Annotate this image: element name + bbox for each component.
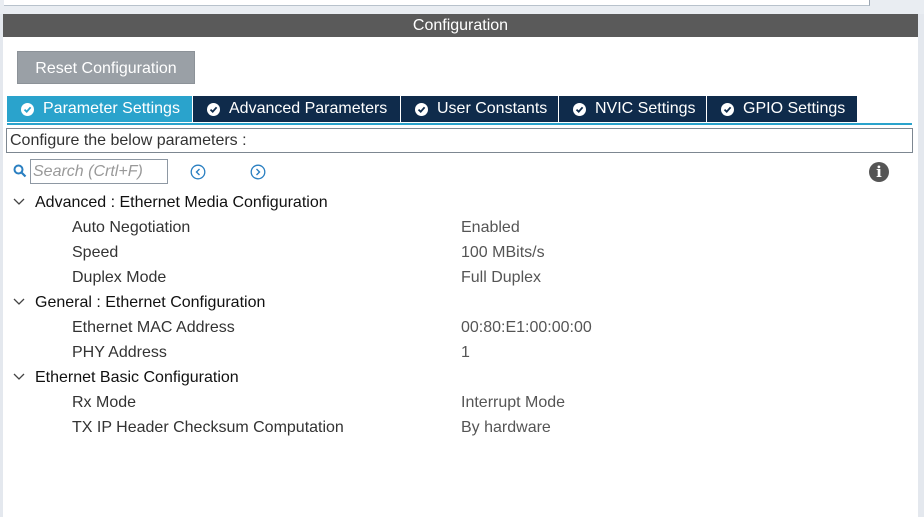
previous-panel-content xyxy=(4,0,870,6)
parameter-value[interactable]: 1 xyxy=(461,340,470,365)
group-header[interactable]: General : Ethernet Configuration xyxy=(3,290,918,315)
parameter-name: Speed xyxy=(72,244,119,261)
chevron-right-circle-icon[interactable] xyxy=(250,164,266,180)
group-title: Advanced : Ethernet Media Configuration xyxy=(35,194,328,211)
tab-gpio-settings[interactable]: GPIO Settings xyxy=(707,96,857,122)
check-circle-icon xyxy=(207,102,220,116)
tab-nvic-settings[interactable]: NVIC Settings xyxy=(559,96,707,122)
parameter-value[interactable]: By hardware xyxy=(461,415,551,440)
check-circle-icon xyxy=(573,102,586,116)
chevron-down-icon[interactable] xyxy=(13,297,25,307)
parameter-row[interactable]: TX IP Header Checksum Computation By har… xyxy=(3,415,918,440)
tab-label: Advanced Parameters xyxy=(229,100,388,117)
parameter-row[interactable]: Ethernet MAC Address 00:80:E1:00:00:00 xyxy=(3,315,918,340)
parameter-value[interactable]: Enabled xyxy=(461,215,520,240)
parameter-name: Rx Mode xyxy=(72,394,137,411)
parameter-value[interactable]: Full Duplex xyxy=(461,265,541,290)
check-circle-icon xyxy=(21,102,34,116)
parameter-row[interactable]: Rx Mode Interrupt Mode xyxy=(3,390,918,415)
parameter-value[interactable]: 00:80:E1:00:00:00 xyxy=(461,315,592,340)
parameter-tree: Advanced : Ethernet Media Configuration … xyxy=(3,190,918,440)
chevron-down-icon[interactable] xyxy=(13,372,25,382)
search-input[interactable] xyxy=(30,159,168,184)
parameter-row[interactable]: Speed 100 MBits/s xyxy=(3,240,918,265)
app-window: Configuration Reset Configuration Parame… xyxy=(0,0,924,517)
parameter-value[interactable]: Interrupt Mode xyxy=(461,390,565,415)
parameter-row[interactable]: PHY Address 1 xyxy=(3,340,918,365)
parameter-name: Auto Negotiation xyxy=(72,219,191,236)
tab-label: NVIC Settings xyxy=(595,100,696,117)
parameter-name: Ethernet MAC Address xyxy=(72,319,235,336)
chevron-down-icon[interactable] xyxy=(13,197,25,207)
parameter-name: TX IP Header Checksum Computation xyxy=(72,419,344,436)
group-header[interactable]: Advanced : Ethernet Media Configuration xyxy=(3,190,918,215)
config-header: Configuration xyxy=(3,14,918,37)
tab-underline xyxy=(7,123,912,125)
info-icon[interactable]: i xyxy=(869,162,889,182)
search-icon[interactable] xyxy=(13,164,27,178)
tab-label: GPIO Settings xyxy=(743,100,846,117)
tab-parameter-settings[interactable]: Parameter Settings xyxy=(7,96,193,122)
parameter-row[interactable]: Auto Negotiation Enabled xyxy=(3,215,918,240)
group-title: General : Ethernet Configuration xyxy=(35,294,266,311)
parameter-name: PHY Address xyxy=(72,344,167,361)
parameter-name: Duplex Mode xyxy=(72,269,167,286)
previous-panel-edge xyxy=(0,0,924,14)
reset-configuration-button[interactable]: Reset Configuration xyxy=(17,51,195,84)
group-header[interactable]: Ethernet Basic Configuration xyxy=(3,365,918,390)
check-circle-icon xyxy=(415,102,428,116)
tab-label: User Constants xyxy=(437,100,548,117)
description-box: Configure the below parameters : xyxy=(6,128,913,153)
chevron-left-circle-icon[interactable] xyxy=(190,164,206,180)
config-panel: Reset Configuration Parameter Settings A… xyxy=(3,37,918,517)
group-title: Ethernet Basic Configuration xyxy=(35,369,239,386)
tab-advanced-parameters[interactable]: Advanced Parameters xyxy=(193,96,401,122)
tab-label: Parameter Settings xyxy=(43,100,180,117)
tab-user-constants[interactable]: User Constants xyxy=(401,96,559,122)
tab-bar: Parameter Settings Advanced Parameters U… xyxy=(7,96,857,123)
parameter-value[interactable]: 100 MBits/s xyxy=(461,240,545,265)
parameter-row[interactable]: Duplex Mode Full Duplex xyxy=(3,265,918,290)
search-row: i xyxy=(3,158,918,186)
check-circle-icon xyxy=(721,102,734,116)
